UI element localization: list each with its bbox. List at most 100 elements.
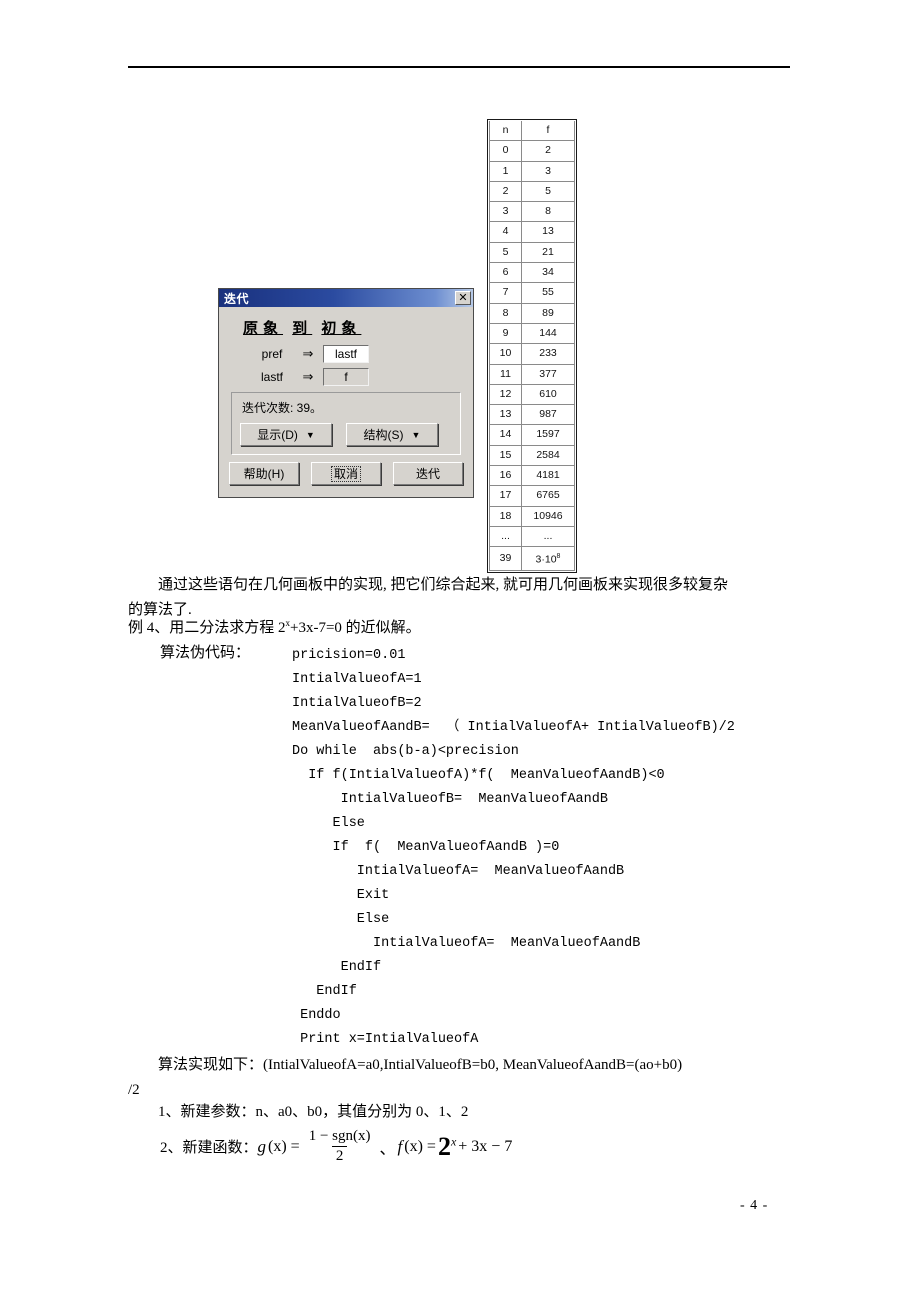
pseudocode-line: IntialValueofA= MeanValueofAandB [292,936,641,951]
cell-f: 2 [521,140,575,162]
document-page: n f 0 2 1 3 2 5 3 8 4 13 5 21 6 34 7 55 8 89 9 144 10 233 11 37… [0,0,920,1302]
cell-f: 610 [521,383,575,406]
mapping-target-field[interactable]: f [323,368,369,386]
table-body: 0 2 1 3 2 5 3 8 4 13 5 21 6 34 7 55 8 89 9 144 10 233 11 377 12 6… [489,140,575,572]
implementation-note: 算法实现如下：(IntialValueofA=a0,IntialValueofB… [128,1053,818,1103]
formula-g-arg: (x) [268,1137,287,1155]
iteration-dialog: 迭代 ✕ 原象 到 初象 pref ⇒ lastf lastf ⇒ f 迭代次数… [218,288,474,498]
table-row: 18 10946 [489,505,575,527]
pseudocode-line: Print x=IntialValueofA [292,1032,479,1047]
close-icon[interactable]: ✕ [455,291,471,305]
pseudocode-line: EndIf [292,984,357,999]
table-row: 13 [489,160,575,182]
dialog-action-row: 帮助(H) 取消 迭代 [229,461,463,490]
dialog-heading: 原象 到 初象 [243,317,463,338]
step-2-label: 2、新建函数： [160,1140,258,1156]
table-row: ...... [489,525,575,548]
cell-n: 5 [489,241,522,264]
cell-f: 987 [521,404,575,426]
table-row: 4 13 [489,221,575,243]
cell-n: ... [489,525,522,548]
cell-n: 7 [489,282,522,304]
pseudocode-line: IntialValueofA=1 [292,672,422,687]
chevron-down-icon: ▼ [305,429,315,440]
table-row: 7 55 [489,282,575,304]
help-button[interactable]: 帮助(H) [229,462,299,485]
header-rule [128,66,790,68]
pseudocode-line: Else [292,816,365,831]
table-row: 11 377 [489,363,575,385]
table-row: 02 [489,140,575,162]
pseudocode-line: IntialValueofA= MeanValueofAandB [292,864,625,879]
cell-n: 12 [489,383,522,406]
pseudocode-line: If f( MeanValueofAandB )=0 [292,840,560,855]
cell-n: 6 [489,262,522,284]
dialog-title: 迭代 [224,291,250,306]
dialog-body: 原象 到 初象 pref ⇒ lastf lastf ⇒ f 迭代次数: 39。… [219,307,473,497]
fibonacci-table: n f 0 2 1 3 2 5 3 8 4 13 5 21 6 34 7 55 8 89 9 144 10 233 11 37… [487,119,577,574]
mapping-source-label: pref [261,347,283,361]
pseudocode-line: Enddo [292,1008,341,1023]
column-header-f: f [521,121,575,142]
cancel-button[interactable]: 取消 [311,462,381,485]
display-button-label: 显示(D) [257,428,298,442]
table-row: 9 144 [489,322,575,345]
iteration-options-group: 迭代次数: 39。 显示(D) ▼ 结构(S) ▼ [231,392,461,455]
dialog-titlebar: 迭代 ✕ [219,289,473,307]
cell-f: 55 [521,282,575,304]
cell-f: 5 [521,180,575,203]
cancel-button-label: 取消 [330,466,361,482]
cell-n: 1 [489,160,522,182]
option-button-row: 显示(D) ▼ 结构(S) ▼ [240,423,452,446]
iteration-count-label: 迭代次数: 39。 [242,401,323,415]
formula-power: 2x [438,1132,456,1162]
cell-n: 8 [489,302,522,324]
pseudocode-line: IntialValueofB= MeanValueofAandB [292,792,608,807]
cell-f: 233 [521,343,575,365]
table-row: 25 [489,180,575,203]
fraction-denominator: 2 [331,1146,348,1165]
structure-dropdown-button[interactable]: 结构(S) ▼ [346,423,438,446]
cell-f: 144 [521,322,575,345]
cell-f: 4181 [521,465,575,487]
pseudocode-line: If f(IntialValueofA)*f( MeanValueofAandB… [292,768,665,783]
cell-n: 13 [489,404,522,426]
page-footer: - 4 - [740,1198,769,1213]
cell-n: 3 [489,201,522,223]
iterate-button[interactable]: 迭代 [393,462,463,485]
table-row: 17 6765 [489,485,575,507]
heading-part-to: 到 [292,320,313,337]
cell-n: 39 [489,546,522,572]
step-1: 1、新建参数：n、a0、b0，其值分别为 0、1、2 [158,1104,469,1120]
cell-n: 10 [489,343,522,365]
fibonacci-table-grid: n f 0 2 1 3 2 5 3 8 4 13 5 21 6 34 7 55 8 89 9 144 10 233 11 37… [489,121,575,572]
cell-f: 3 [521,160,575,182]
cell-f: 6765 [521,485,575,507]
display-dropdown-button[interactable]: 显示(D) ▼ [240,423,332,446]
cell-n: 18 [489,505,522,527]
arrow-right-icon: ⇒ [302,369,314,384]
chevron-down-icon: ▼ [411,429,421,440]
table-row: 5 21 [489,241,575,264]
cell-n: 11 [489,363,522,385]
cell-f: 34 [521,262,575,284]
cell-f: 89 [521,302,575,324]
pseudocode-line: Exit [292,888,390,903]
pseudocode-line: EndIf [292,960,382,975]
cell-f-exponent: 8 [556,553,561,561]
table-row: 39 3·108 [489,546,575,572]
column-header-n: n [489,121,522,142]
cell-f: 13 [521,221,575,243]
cell-f: 377 [521,363,575,385]
example-heading: 例 4、用二分法求方程 2x+3x-7=0 的近似解。 [128,611,792,641]
table-row: 38 [489,201,575,223]
pseudocode-line: IntialValueofB=2 [292,696,422,711]
formula-f-arg: (x) [404,1137,423,1155]
formula-tail: + 3x − 7 [458,1137,513,1155]
cell-n: 16 [489,465,522,487]
cell-f: 1597 [521,424,575,446]
cell-f: 10946 [521,505,575,527]
arrow-right-icon: ⇒ [302,346,314,361]
pseudocode-line: Do while abs(b-a)<precision [292,744,519,759]
mapping-target-field[interactable]: lastf [323,345,369,363]
